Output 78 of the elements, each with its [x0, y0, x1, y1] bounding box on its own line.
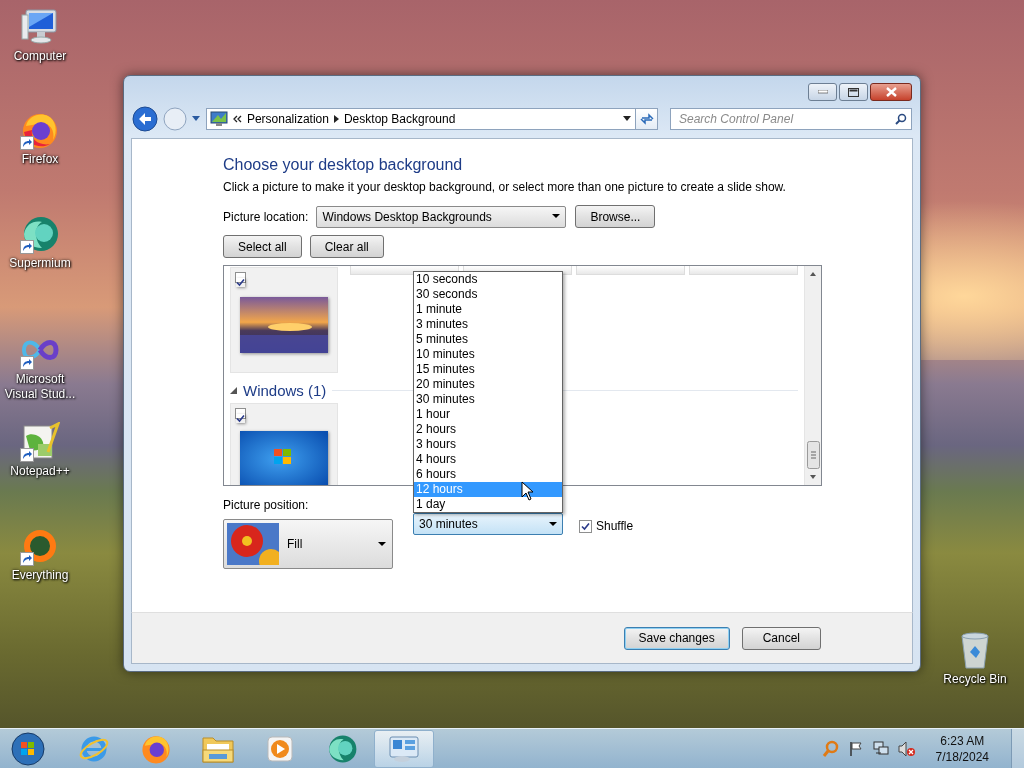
clock-time: 6:23 AM	[940, 732, 985, 749]
checkbox[interactable]	[579, 519, 592, 533]
dropdown-option[interactable]: 1 minute	[414, 302, 562, 317]
minimize-button[interactable]	[808, 83, 837, 101]
refresh-icon	[639, 113, 654, 125]
scrollbar[interactable]	[804, 266, 821, 485]
select-all-button[interactable]: Select all	[223, 235, 302, 258]
dropdown-option[interactable]: 30 minutes	[414, 392, 562, 407]
desktop-icon-label[interactable]: Everything	[11, 568, 69, 583]
network-icon[interactable]	[871, 740, 890, 757]
picture-position-dropdown[interactable]: Fill	[223, 519, 393, 569]
dropdown-option[interactable]: 3 minutes	[414, 317, 562, 332]
mouse-pointer-icon	[521, 481, 534, 501]
dropdown-option[interactable]: 15 minutes	[414, 362, 562, 377]
desktop-icon-label[interactable]: Computer	[13, 49, 67, 64]
caret-icon[interactable]	[192, 116, 200, 122]
interval-dropdown[interactable]: 30 minutes	[413, 513, 563, 535]
dropdown-option[interactable]: 1 hour	[414, 407, 562, 422]
group-header[interactable]: Windows (1)	[243, 382, 327, 399]
control-panel-icon[interactable]	[388, 733, 420, 764]
browse-button[interactable]: Browse...	[575, 205, 656, 228]
dropdown-option[interactable]: 3 hours	[414, 437, 562, 452]
dropdown-option[interactable]: 10 seconds	[414, 272, 562, 287]
clock-date: 7/18/2024	[935, 748, 989, 765]
breadcrumb-arrow-icon[interactable]	[333, 115, 339, 123]
thumbnail-tile[interactable]	[230, 403, 338, 485]
dropdown-option[interactable]: 20 minutes	[414, 377, 562, 392]
thumbnail-tile[interactable]	[689, 266, 798, 275]
search-field[interactable]: Search Control Panel	[670, 108, 912, 130]
picture-location-dropdown[interactable]: Windows Desktop Backgrounds	[316, 205, 567, 228]
thumbnail-tile[interactable]	[576, 266, 685, 275]
instruction-text: Click a picture to make it your desktop background, or select more than one picture to create a slide show.	[223, 180, 786, 194]
maximize-button[interactable]	[839, 83, 868, 101]
back-button[interactable]	[132, 106, 158, 132]
clock[interactable]: 6:23 AM 7/18/2024	[935, 732, 989, 765]
breadcrumb-item[interactable]: Desktop Background	[343, 112, 456, 126]
close-icon	[885, 87, 897, 97]
dropdown-option[interactable]: 5 minutes	[414, 332, 562, 347]
refresh-button[interactable]	[636, 108, 658, 130]
show-desktop-button[interactable]	[1011, 728, 1024, 768]
sunset-lake-thumbnail[interactable]	[240, 297, 328, 353]
dropdown-option[interactable]: 1 day	[414, 497, 562, 512]
save-button[interactable]: Save changes	[623, 626, 730, 650]
minimize-icon	[817, 90, 828, 94]
dropdown-option[interactable]: 10 minutes	[414, 347, 562, 362]
dropdown-option[interactable]: 30 seconds	[414, 287, 562, 302]
dropdown-option[interactable]: 6 hours	[414, 467, 562, 482]
supermium-icon[interactable]	[326, 732, 358, 765]
address-bar[interactable]: Personalization Desktop Background	[205, 108, 637, 130]
maximize-icon	[848, 87, 859, 97]
desktop-icon-label[interactable]: Microsoft Visual Stud...	[1, 372, 79, 402]
collapse-triangle-icon[interactable]	[230, 387, 237, 394]
search-icon[interactable]	[895, 113, 907, 125]
close-button[interactable]	[870, 83, 912, 101]
control-panel-icon	[209, 111, 228, 127]
scroll-thumb[interactable]	[806, 441, 820, 469]
caret-icon	[552, 214, 561, 219]
flag-icon[interactable]	[847, 740, 864, 757]
muted-speaker-icon[interactable]	[897, 740, 916, 757]
field-label: Picture position:	[223, 498, 310, 512]
caret-icon	[378, 541, 386, 547]
breadcrumb-item[interactable]: Personalization	[246, 112, 329, 126]
caret-icon	[549, 521, 557, 527]
start-button[interactable]	[10, 729, 46, 768]
thumbnail-tile[interactable]	[230, 267, 338, 373]
flower-thumbnail	[227, 523, 279, 565]
chevron-icon[interactable]	[232, 115, 242, 123]
field-label: Picture location:	[223, 209, 309, 224]
wallpaper-thumbnail[interactable]	[240, 431, 328, 485]
taskbar-button[interactable]	[374, 729, 434, 768]
dropdown-option[interactable]: 2 hours	[414, 422, 562, 437]
checkbox-label[interactable]: Shuffle	[596, 519, 634, 533]
cancel-button[interactable]: Cancel	[741, 626, 821, 650]
dropdown-option[interactable]: 4 hours	[414, 452, 562, 467]
clear-all-button[interactable]: Clear all	[309, 235, 384, 258]
desktop-icon-label[interactable]: Notepad++	[10, 464, 70, 479]
desktop-icon-label[interactable]: Recycle Bin	[943, 672, 1007, 687]
page-heading: Choose your desktop background	[223, 156, 463, 174]
